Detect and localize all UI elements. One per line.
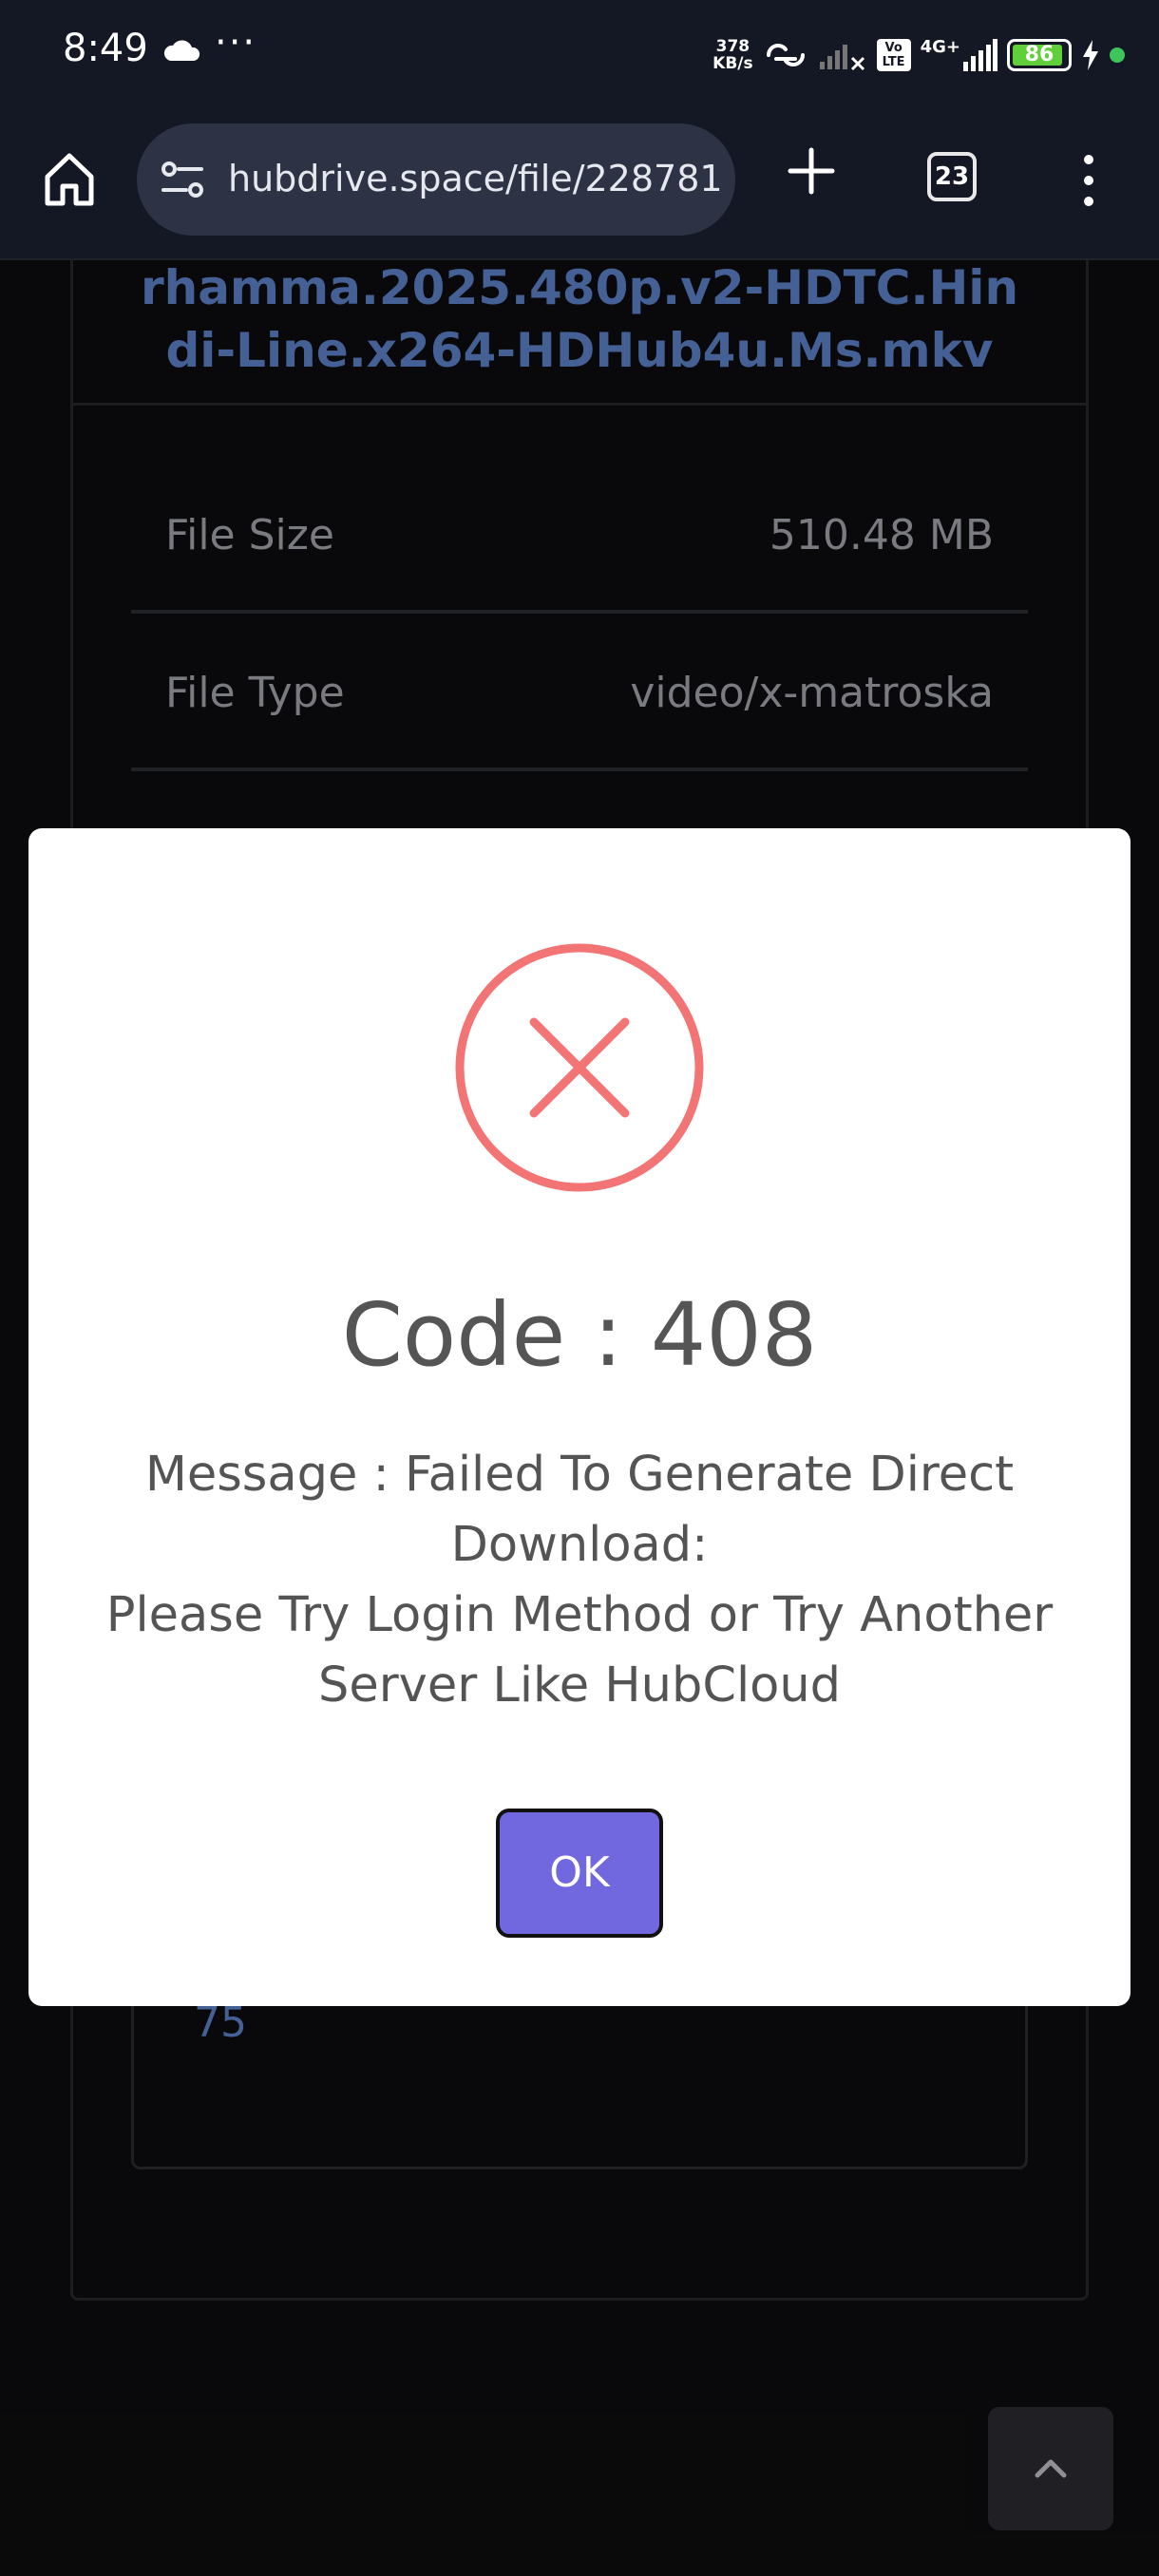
url-bar[interactable]: hubdrive.space/file/2287813: [137, 123, 735, 236]
home-icon[interactable]: [38, 148, 101, 211]
error-message-line-3: Please Try Login Method or Try Another: [105, 1587, 1054, 1643]
error-x-icon: [455, 943, 704, 1192]
new-tab-icon[interactable]: [785, 144, 838, 198]
error-message-line-4: Server Like HubCloud: [317, 1657, 842, 1714]
ok-button[interactable]: OK: [496, 1809, 663, 1938]
hotspot-icon: [766, 44, 805, 66]
tabs-icon[interactable]: 23: [927, 152, 977, 201]
signal-icon: [819, 45, 864, 71]
error-message-line-2: Download:: [450, 1517, 709, 1573]
network-type-label: 4G+: [920, 37, 960, 57]
error-message-line-1: Message : Failed To Generate Direct: [144, 1447, 1015, 1503]
error-message: Message : Failed To Generate Direct Down…: [86, 1440, 1074, 1721]
charging-icon: [1083, 40, 1098, 70]
battery-level: 86: [1024, 43, 1054, 66]
status-time: 8:49: [63, 27, 148, 70]
status-icons: 378 KB/s Vo LTE 4G+ 86: [712, 34, 1125, 76]
network-type: 4G+: [921, 39, 998, 71]
status-bar: 8:49 ··· 378 KB/s Vo LTE 4G+ 86: [0, 0, 1159, 106]
network-speed: 378 KB/s: [712, 38, 752, 72]
speed-value: 378: [715, 37, 750, 56]
error-code-title: Code : 408: [341, 1284, 818, 1386]
cloud-icon: [163, 40, 200, 61]
signal-strength-icon: [963, 39, 998, 71]
speed-unit: KB/s: [712, 54, 753, 73]
error-dialog: Code : 408 Message : Failed To Generate …: [28, 828, 1130, 2006]
site-settings-icon[interactable]: [160, 158, 205, 201]
battery-icon: 86: [1007, 39, 1072, 71]
menu-icon[interactable]: [1074, 152, 1104, 209]
url-text[interactable]: hubdrive.space/file/2287813: [228, 158, 722, 199]
more-notifications-icon: ···: [215, 21, 257, 65]
volte-icon: Vo LTE: [876, 39, 911, 71]
privacy-indicator-dot: [1110, 47, 1125, 63]
browser-toolbar: hubdrive.space/file/2287813 23: [0, 106, 1159, 260]
